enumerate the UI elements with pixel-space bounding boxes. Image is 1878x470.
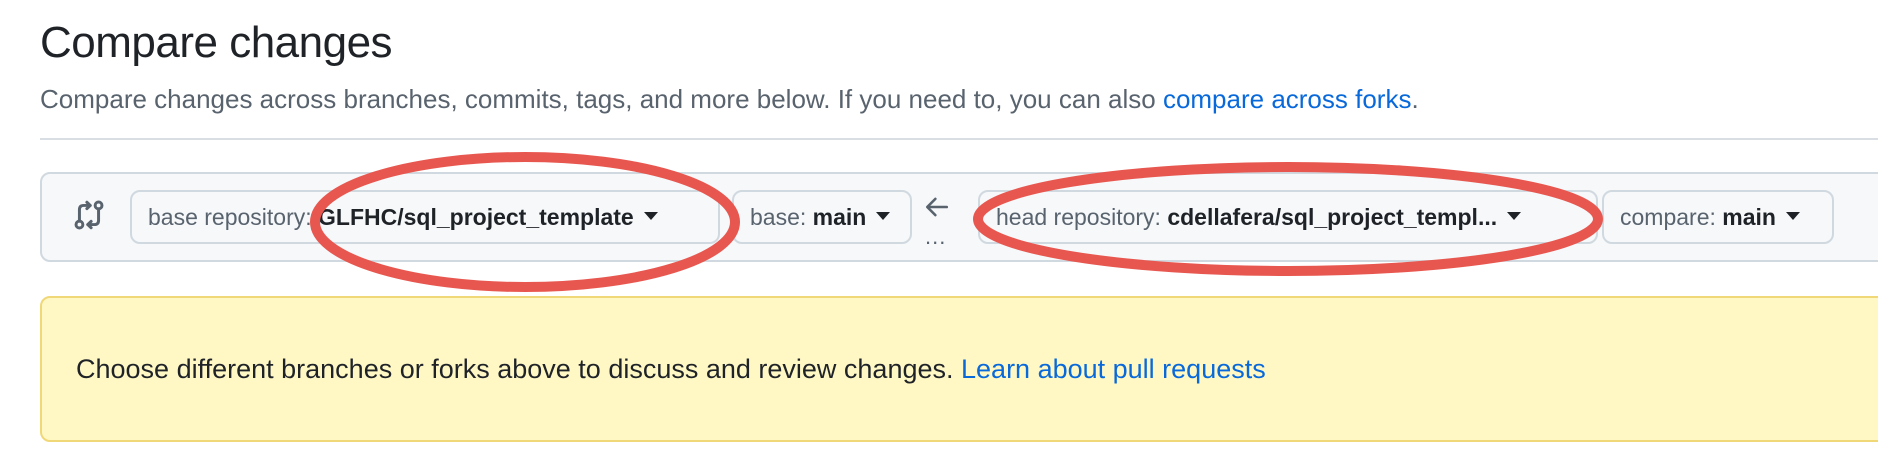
info-flash: Choose different branches or forks above… [40, 296, 1878, 442]
base-branch-select[interactable]: base: main [732, 190, 912, 244]
subtitle-suffix: . [1411, 84, 1419, 114]
base-repository-value: GLFHC/sql_project_template [318, 204, 634, 230]
head-repository-prefix: head repository: [996, 204, 1161, 230]
subtitle-text: Compare changes across branches, commits… [40, 84, 1156, 114]
compare-branch-select[interactable]: compare: main [1602, 190, 1834, 244]
base-repository-prefix: base repository: [148, 204, 312, 230]
range-editor: base repository: GLFHC/sql_project_templ… [40, 172, 1878, 262]
arrow-left-icon [925, 197, 949, 217]
caret-down-icon [876, 211, 891, 220]
caret-down-icon [643, 211, 658, 220]
head-repository-value: cdellafera/sql_project_templ... [1167, 204, 1498, 230]
flash-text: Choose different branches or forks above… [76, 354, 954, 384]
compare-branch-prefix: compare: [1620, 204, 1716, 230]
range-dots: ... [925, 224, 947, 249]
compare-direction: ... [922, 192, 952, 252]
compare-branch-value: main [1722, 204, 1776, 230]
page-subtitle: Compare changes across branches, commits… [40, 84, 1419, 115]
caret-down-icon [1785, 211, 1800, 220]
divider [40, 138, 1878, 140]
compare-across-forks-link[interactable]: compare across forks [1163, 84, 1412, 114]
page-title: Compare changes [40, 18, 393, 67]
git-compare-icon [74, 200, 104, 230]
flash-message: Choose different branches or forks above… [76, 354, 1266, 385]
head-repository-select[interactable]: head repository: cdellafera/sql_project_… [978, 190, 1598, 244]
base-branch-value: main [812, 204, 867, 230]
caret-down-icon [1507, 211, 1522, 220]
base-repository-select[interactable]: base repository: GLFHC/sql_project_templ… [130, 190, 720, 244]
learn-about-pull-requests-link[interactable]: Learn about pull requests [961, 354, 1266, 384]
compare-page: Compare changes Compare changes across b… [0, 0, 1878, 470]
base-branch-prefix: base: [750, 204, 807, 230]
